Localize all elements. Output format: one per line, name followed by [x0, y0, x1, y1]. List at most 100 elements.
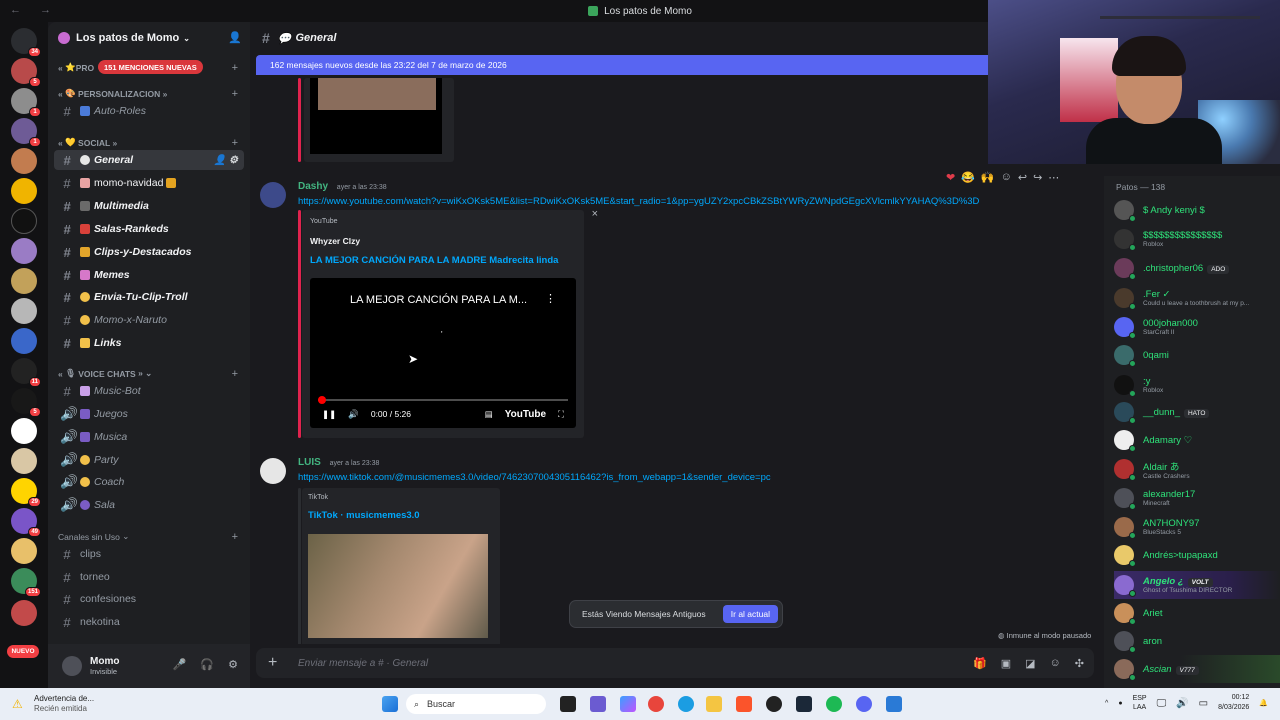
video-thumbnail[interactable]	[308, 534, 488, 638]
server-icon[interactable]	[11, 298, 37, 324]
server-icon[interactable]	[11, 148, 37, 174]
member-item[interactable]: .christopher06 ADO	[1114, 254, 1280, 282]
server-icon[interactable]: 5	[11, 388, 41, 417]
headphones-icon[interactable]: 🎧	[200, 658, 214, 671]
teams-icon[interactable]	[590, 696, 606, 712]
notification-widget[interactable]: ⚠ Advertencia de... Recién emitida	[12, 694, 94, 714]
new-pill[interactable]: NUEVO	[7, 645, 39, 658]
reaction-icon[interactable]: 🙌	[981, 171, 995, 184]
server-icon[interactable]	[11, 538, 37, 564]
member-item[interactable]: Ascian V777	[1114, 655, 1280, 683]
server-icon[interactable]	[11, 268, 37, 294]
notifications-icon[interactable]: 🔔	[1259, 699, 1268, 707]
channel-envia-clip[interactable]: # Envia-Tu-Clip-Troll	[54, 287, 244, 307]
server-icon[interactable]: 11	[11, 358, 41, 387]
message-composer[interactable]: + Enviar mensaje a # · General 🎁 ▣ ◪ ☺ ✣	[256, 648, 1094, 678]
voice-party[interactable]: 🔊 Party	[54, 450, 244, 470]
avatar[interactable]	[260, 182, 286, 208]
member-item[interactable]: 000johan000 StarCraft II	[1114, 313, 1280, 341]
channel-momo-naruto[interactable]: # Momo-x-Naruto	[54, 310, 244, 330]
plus-icon[interactable]: +	[232, 368, 238, 380]
channel-nekotina[interactable]: # nekotina	[54, 612, 244, 632]
embed-title[interactable]: TikTok · musicmemes3.0	[308, 510, 420, 521]
server-icon[interactable]: 5	[11, 58, 41, 87]
member-item[interactable]: aron	[1114, 627, 1280, 655]
spotify-icon[interactable]	[826, 696, 842, 712]
category-social[interactable]: « 💛 SOCIAL » +	[58, 137, 238, 149]
clock[interactable]: 00:12 8/03/2026	[1218, 693, 1249, 713]
server-icon[interactable]	[11, 208, 37, 234]
gif-icon[interactable]: ▣	[1001, 657, 1011, 670]
subtitles-icon[interactable]: ▤	[485, 409, 493, 420]
discord-icon[interactable]	[856, 696, 872, 712]
member-item[interactable]: alexander17 Minecraft	[1114, 484, 1280, 512]
taskbar-search[interactable]: ⌕ Buscar	[406, 694, 546, 714]
video-thumbnail[interactable]	[310, 78, 442, 154]
member-item[interactable]: 0qami	[1114, 341, 1280, 369]
server-icon[interactable]	[11, 328, 37, 354]
server-icon[interactable]: 1	[11, 88, 41, 117]
channel-autoroles[interactable]: # Auto-Roles	[54, 101, 244, 121]
volume-icon[interactable]: 🔊	[348, 409, 359, 420]
new-messages-bar[interactable]: 162 mensajes nuevos desde las 23:22 del …	[256, 55, 992, 75]
pause-icon[interactable]: ❚❚	[322, 409, 336, 420]
task-view-icon[interactable]	[560, 696, 576, 712]
jump-to-present-button[interactable]: Ir al actual	[722, 605, 778, 623]
voice-musica[interactable]: 🔊 Musica	[54, 427, 244, 447]
video-player[interactable]: LA MEJOR CANCIÓN PARA LA M... ⋮ ' ➤ ❚❚ 🔊…	[310, 278, 576, 428]
member-item[interactable]: .Fer ✓ Could u leave a toothbrush at my p…	[1114, 284, 1280, 312]
member-item[interactable]: AN7HONY97 BlueStacks 5	[1114, 513, 1280, 541]
member-item[interactable]: Aldair あ Castle Crashers	[1114, 455, 1280, 483]
app-icon[interactable]	[886, 696, 902, 712]
plus-icon[interactable]: +	[268, 654, 282, 672]
emoji-icon[interactable]: ☺	[1050, 657, 1061, 670]
heart-icon[interactable]: ❤	[946, 171, 955, 184]
microphone-icon[interactable]: 🎤	[173, 658, 187, 671]
member-item[interactable]: Ariet	[1114, 599, 1280, 627]
channel-salas-rankeds[interactable]: # Salas-Rankeds	[54, 219, 244, 239]
channel-clips-destacados[interactable]: # Clips-y-Destacados	[54, 242, 244, 262]
message-author[interactable]: Dashy ayer a las 23:38	[298, 181, 387, 192]
avatar[interactable]	[62, 656, 82, 676]
server-icon[interactable]	[11, 178, 37, 204]
voice-coach[interactable]: 🔊 Coach	[54, 472, 244, 492]
edge-icon[interactable]	[678, 696, 694, 712]
member-item[interactable]: __dunn_ HATO	[1114, 398, 1280, 426]
battery-icon[interactable]: ▭	[1199, 698, 1208, 709]
channel-memes[interactable]: # Memes	[54, 265, 244, 285]
language-indicator[interactable]: ESP LAA	[1133, 694, 1147, 712]
server-icon[interactable]: 29	[11, 478, 41, 507]
youtube-logo[interactable]: YouTube	[505, 409, 546, 420]
category-pro[interactable]: « ⭐ PRO +	[58, 62, 238, 74]
laugh-icon[interactable]: 😂	[961, 171, 975, 184]
server-icon[interactable]: 151	[11, 568, 41, 597]
server-icon[interactable]	[11, 418, 37, 444]
channel-clips[interactable]: # clips	[54, 544, 244, 564]
channel-multimedia[interactable]: # Multimedia	[54, 196, 244, 216]
voice-juegos[interactable]: 🔊 Juegos	[54, 404, 244, 424]
plus-icon[interactable]: +	[232, 531, 238, 543]
channel-settings-icon[interactable]: 👤 ⚙	[214, 155, 238, 166]
channel-general[interactable]: # General 👤 ⚙	[54, 150, 244, 170]
invite-icon[interactable]: 👤	[228, 31, 242, 45]
more-icon[interactable]: ⋯	[1048, 171, 1059, 184]
forward-icon[interactable]: ↪	[1033, 171, 1042, 184]
member-item[interactable]: Andrés>tupapaxd	[1114, 541, 1280, 569]
member-item[interactable]: $ Andy kenyi $	[1114, 196, 1280, 224]
brave-icon[interactable]	[736, 696, 752, 712]
category-personalizacion[interactable]: « 🎨 PERSONALIZACION » +	[58, 88, 238, 100]
channel-links[interactable]: # Links	[54, 333, 244, 353]
message-author[interactable]: LUIS ayer a las 23:38	[298, 457, 379, 468]
member-item[interactable]: Adamary ♡	[1114, 426, 1280, 454]
file-explorer-icon[interactable]	[706, 696, 722, 712]
sticker-icon[interactable]: ◪	[1025, 657, 1035, 670]
direct-messages-icon[interactable]: 34	[11, 28, 41, 57]
channel-momo-navidad[interactable]: # momo-navidad	[54, 173, 244, 193]
app-tray-icon[interactable]: ●	[1118, 700, 1122, 707]
app-icon[interactable]	[766, 696, 782, 712]
server-icon[interactable]: 49	[11, 508, 41, 537]
more-vertical-icon[interactable]: ⋮	[545, 292, 556, 305]
plus-icon[interactable]: +	[232, 88, 238, 100]
member-item[interactable]: Angelo ¿ VOLT Ghost of Tsushima DIRECTOR	[1114, 571, 1280, 599]
volume-icon[interactable]: 🔊	[1176, 698, 1188, 709]
